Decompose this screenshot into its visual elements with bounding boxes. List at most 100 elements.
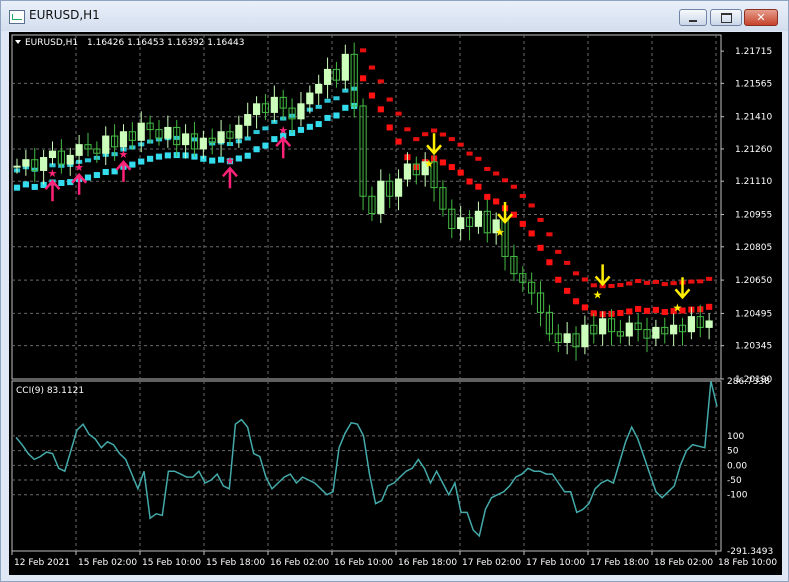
arrow-down-icon	[497, 202, 513, 224]
cci-axis-label: -50	[727, 476, 742, 486]
band-upper-step	[31, 183, 38, 190]
candle-body	[164, 126, 172, 139]
ohlc-label: 1.16426 1.16453 1.16392 1.16443	[87, 38, 244, 48]
arrow-up-icon	[222, 166, 238, 189]
candle-body	[687, 316, 695, 333]
band-lower-step	[519, 193, 526, 198]
band-lower-step	[404, 127, 411, 132]
band-upper-step	[262, 142, 269, 149]
axis-labels: 1.21715 1.21565 1.21410 1.21260 1.21110 1.209…	[11, 38, 777, 568]
band-upper-step	[439, 159, 447, 166]
cci-series-line	[15, 380, 718, 538]
band-lower-step	[626, 281, 633, 286]
candle-body	[563, 333, 571, 343]
candle-body	[75, 144, 83, 156]
candle-body	[315, 83, 323, 94]
band-upper-step	[84, 174, 92, 181]
band-lower-step	[546, 232, 553, 237]
candle-body	[102, 135, 110, 154]
band-upper-step	[333, 112, 340, 119]
band-upper-step	[546, 259, 553, 266]
candle-body	[137, 122, 145, 141]
candle-body	[705, 320, 713, 328]
star-marker-icon: ★	[118, 148, 128, 161]
candle-body	[13, 165, 21, 168]
band-upper-step	[324, 114, 331, 121]
cci-title: CCI(9) 83.1121	[16, 386, 84, 396]
band-upper-step	[466, 178, 473, 185]
window-title: EURUSD,H1	[29, 8, 100, 22]
band-upper-step	[555, 276, 562, 283]
terminal-window: EURUSD,H1 ✕ ★ ★ ★ ★ ★ ★ ★ ★ ★ 1.21715 1.21565 1.21…	[0, 0, 789, 582]
time-axis-label: 17 Feb 10:00	[526, 558, 585, 568]
candle-body	[394, 178, 403, 197]
candle-body	[252, 103, 261, 116]
candle-body	[199, 137, 207, 150]
star-marker-icon: ★	[593, 288, 603, 301]
band-upper-step	[217, 156, 225, 163]
band-upper-step	[93, 172, 100, 179]
band-lower-step	[635, 279, 642, 284]
band-lower-step	[643, 280, 651, 285]
band-upper-step	[519, 220, 526, 227]
band-lower-step	[422, 132, 429, 137]
price-axis-label: 1.21260	[735, 145, 772, 155]
candle-body	[66, 154, 74, 165]
maximize-button[interactable]	[710, 9, 742, 26]
band-upper-step	[643, 307, 651, 314]
arrow-up-icon	[71, 172, 88, 195]
candle-body	[48, 150, 57, 159]
cci-axis-label: 0.00	[727, 461, 747, 471]
candle-body	[181, 133, 190, 146]
title-bar[interactable]: EURUSD,H1 ✕	[1, 1, 788, 31]
candle-body	[217, 131, 225, 143]
band-upper-step	[13, 184, 21, 191]
price-axis-label: 1.21110	[735, 177, 772, 187]
band-lower-step	[688, 279, 695, 284]
close-button[interactable]: ✕	[744, 9, 778, 26]
candle-body	[581, 324, 589, 348]
band-lower-step	[413, 137, 420, 142]
band-upper-step	[635, 305, 642, 312]
band-lower-step	[555, 249, 562, 254]
triangle-down-icon	[15, 40, 21, 44]
price-chart-svg[interactable]: ★ ★★ ★★★★★★ 1.217151.215651.214101.212601.…	[9, 32, 782, 575]
band-lower-step	[564, 260, 571, 265]
band-upper-step	[617, 309, 624, 316]
band-lower-step	[493, 171, 500, 176]
band-lower-step	[466, 151, 473, 156]
price-axis-label: 1.21410	[735, 113, 772, 123]
candle-body	[341, 53, 349, 81]
band-lower-step	[661, 282, 668, 287]
time-axis-label: 16 Feb 18:00	[398, 558, 457, 568]
band-lower-step	[652, 279, 659, 284]
arrow-down-icon	[594, 264, 611, 287]
minimize-button[interactable]	[679, 9, 707, 26]
candle-body	[377, 180, 385, 214]
band-lower-step	[377, 79, 384, 84]
star-marker-icon: ★	[673, 301, 683, 314]
chart-area[interactable]: ★ ★ ★ ★ ★ ★ ★ ★ ★ 1.21715 1.21565 1.21410 1.21260 1.…	[9, 32, 782, 575]
arrow-down-icon	[674, 277, 691, 300]
time-axis-label: 15 Feb 18:00	[206, 558, 265, 568]
band-upper-step	[448, 164, 455, 171]
band-lower-step	[430, 128, 438, 133]
band-lower-step	[368, 65, 376, 70]
time-axis-label: 16 Feb 10:00	[334, 558, 393, 568]
candle-body	[670, 324, 678, 335]
band-lower-step	[528, 203, 535, 208]
band-upper-step	[102, 168, 109, 175]
arrow-up-icon	[275, 136, 292, 159]
candle-body	[119, 131, 128, 148]
star-marker-icon: ★	[47, 167, 57, 180]
band-upper-step	[342, 104, 349, 111]
price-axis-label: 1.20805	[735, 243, 772, 253]
band-upper-step	[271, 136, 278, 143]
band-lower-step	[581, 277, 589, 282]
star-marker-icon: ★	[424, 157, 434, 170]
band-lower-step	[572, 271, 580, 276]
arrow-down-icon	[426, 133, 442, 156]
band-upper-step	[706, 303, 713, 310]
minimize-icon	[689, 19, 697, 22]
band-upper-step	[475, 183, 482, 190]
